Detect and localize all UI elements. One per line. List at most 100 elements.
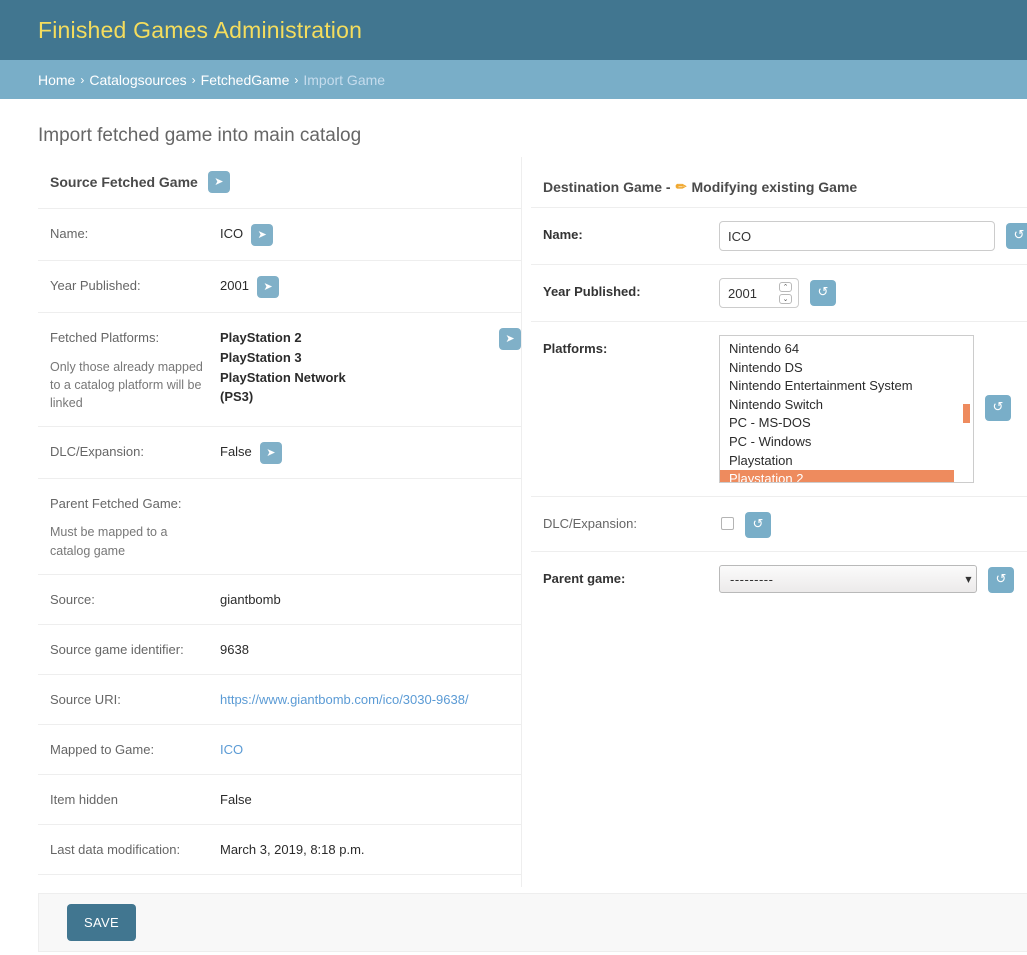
source-row-value: False ➤ bbox=[220, 441, 521, 464]
source-row-label: Parent Fetched Game: Must be mapped to a… bbox=[50, 493, 220, 560]
source-row-last-modification: Last data modification: March 3, 2019, 8… bbox=[38, 825, 521, 875]
source-row-value: PlayStation 2 PlayStation 3 PlayStation … bbox=[220, 327, 521, 407]
submit-row: SAVE bbox=[38, 893, 1027, 952]
year-stepper-wrap: ⌃ ⌄ bbox=[719, 278, 799, 308]
reset-year-icon[interactable]: ↺ bbox=[810, 280, 836, 306]
source-dlc-value: False bbox=[220, 443, 252, 459]
source-section-header-row: Source Fetched Game ➤ bbox=[38, 169, 521, 209]
platforms-multiselect[interactable]: Nintendo 64 Nintendo DS Nintendo Enterta… bbox=[719, 335, 974, 483]
platform-option[interactable]: Nintendo DS bbox=[720, 359, 973, 378]
site-header: Finished Games Administration bbox=[0, 0, 1027, 60]
source-parent-help-text: Must be mapped to a catalog game bbox=[50, 525, 168, 558]
mapped-game-link[interactable]: ICO bbox=[220, 740, 243, 760]
source-row-value: ICO bbox=[220, 739, 521, 760]
spinner-up-icon[interactable]: ⌃ bbox=[779, 282, 792, 292]
breadcrumb: Home › Catalogsources › FetchedGame › Im… bbox=[0, 60, 1027, 99]
copy-platforms-arrow-icon[interactable]: ➤ bbox=[499, 328, 521, 350]
source-row-value: https://www.giantbomb.com/ico/3030-9638/ bbox=[220, 689, 521, 710]
platform-option[interactable]: Nintendo Entertainment System bbox=[720, 377, 973, 396]
source-row-value: 9638 bbox=[220, 639, 521, 660]
source-panel-heading-label: Source Fetched Game bbox=[50, 174, 198, 190]
name-input[interactable] bbox=[719, 221, 995, 251]
dlc-field-group: ↺ bbox=[719, 510, 1027, 538]
source-row-label: DLC/Expansion: bbox=[50, 443, 144, 459]
reset-name-icon[interactable]: ↺ bbox=[1006, 223, 1027, 249]
source-row-label: Year Published: bbox=[50, 278, 141, 293]
source-row-source-game-identifier: Source game identifier: 9638 bbox=[38, 625, 521, 675]
platforms-scrollbar-thumb[interactable] bbox=[963, 404, 970, 423]
platform-option[interactable]: Nintendo Switch bbox=[720, 396, 973, 415]
source-platforms-value: PlayStation 2 PlayStation 3 PlayStation … bbox=[220, 330, 346, 405]
breadcrumb-separator-icon: › bbox=[294, 72, 299, 87]
breadcrumb-separator-icon: › bbox=[191, 72, 196, 87]
platforms-field-group: Nintendo 64 Nintendo DS Nintendo Enterta… bbox=[719, 335, 1027, 483]
breadcrumb-item-fetchedgame[interactable]: FetchedGame bbox=[201, 72, 290, 88]
source-row-source: Source: giantbomb bbox=[38, 575, 521, 625]
parent-game-field-group: --------- ▼ ↺ bbox=[719, 565, 1027, 593]
source-platforms-label: Fetched Platforms: bbox=[50, 330, 160, 345]
field-row-dlc-expansion: DLC/Expansion: ↺ bbox=[531, 496, 1027, 551]
platform-option[interactable]: PC - MS-DOS bbox=[720, 414, 973, 433]
source-row-fetched-platforms: Fetched Platforms: Only those already ma… bbox=[38, 313, 521, 427]
copy-all-arrow-icon[interactable]: ➤ bbox=[207, 171, 230, 193]
destination-heading-status: Modifying existing Game bbox=[691, 179, 858, 195]
page-title: Import fetched game into main catalog bbox=[38, 125, 362, 146]
source-identifier-value: 9638 bbox=[220, 641, 249, 657]
platform-option[interactable]: Playstation bbox=[720, 452, 973, 471]
source-row-label: Source game identifier: bbox=[50, 641, 184, 657]
source-row-item-hidden: Item hidden False bbox=[38, 775, 521, 825]
copy-name-arrow-icon[interactable]: ➤ bbox=[251, 224, 274, 246]
breadcrumb-item-home[interactable]: Home bbox=[38, 72, 75, 88]
spinner-down-icon[interactable]: ⌄ bbox=[779, 294, 792, 304]
breadcrumb-item-current: Import Game bbox=[303, 71, 386, 88]
source-row-value: False bbox=[220, 789, 521, 810]
source-uri-link[interactable]: https://www.giantbomb.com/ico/3030-9638/ bbox=[220, 690, 469, 710]
chevron-down-icon: ▼ bbox=[965, 574, 972, 584]
platform-option[interactable]: Nintendo 64 bbox=[720, 340, 973, 359]
parent-game-field-label: Parent game: bbox=[543, 571, 626, 586]
reset-parent-game-icon[interactable]: ↺ bbox=[988, 567, 1014, 593]
source-item-hidden-value: False bbox=[220, 791, 252, 807]
platforms-field-label: Platforms: bbox=[543, 341, 608, 356]
field-row-parent-game: Parent game: --------- ▼ ↺ bbox=[531, 551, 1027, 606]
field-row-platforms: Platforms: Nintendo 64 Nintendo DS Ninte… bbox=[531, 321, 1027, 496]
source-row-label: Fetched Platforms: Only those already ma… bbox=[50, 327, 220, 412]
copy-year-arrow-icon[interactable]: ➤ bbox=[256, 276, 279, 298]
source-row-dlc-expansion: DLC/Expansion: False ➤ bbox=[38, 427, 521, 479]
year-spinner[interactable]: ⌃ ⌄ bbox=[779, 282, 792, 304]
source-row-label: Item hidden bbox=[50, 791, 118, 807]
source-last-modification-value: March 3, 2019, 8:18 p.m. bbox=[220, 841, 365, 857]
platform-option[interactable]: PC - Windows bbox=[720, 433, 973, 452]
reset-platforms-icon[interactable]: ↺ bbox=[985, 395, 1011, 421]
source-row-value bbox=[220, 493, 521, 494]
source-row-parent-fetched-game: Parent Fetched Game: Must be mapped to a… bbox=[38, 479, 521, 575]
destination-game-panel: Destination Game - ✏ Modifying existing … bbox=[531, 169, 1027, 606]
year-field-label: Year Published: bbox=[543, 284, 641, 299]
content-area: Source Fetched Game ➤ Name: ICO ➤ Year P… bbox=[0, 157, 1027, 887]
source-row-label: Last data modification: bbox=[50, 841, 181, 857]
save-button[interactable]: SAVE bbox=[67, 904, 136, 941]
source-platforms-help-text: Only those already mapped to a catalog p… bbox=[50, 359, 203, 410]
dlc-expansion-checkbox[interactable] bbox=[721, 517, 734, 530]
pencil-icon: ✏ bbox=[675, 179, 687, 194]
source-panel-heading: Source Fetched Game ➤ bbox=[50, 171, 230, 193]
field-row-name: Name: ↺ bbox=[531, 207, 1027, 264]
parent-game-select[interactable]: --------- ▼ bbox=[719, 565, 977, 593]
destination-panel-heading: Destination Game - ✏ Modifying existing … bbox=[531, 169, 1027, 207]
source-row-value: March 3, 2019, 8:18 p.m. bbox=[220, 839, 521, 860]
platform-option-selected[interactable]: Playstation 2 bbox=[720, 470, 954, 482]
destination-heading-prefix: Destination Game - bbox=[543, 179, 671, 195]
source-row-label: Source: bbox=[50, 591, 95, 607]
platforms-scrollbar-track[interactable] bbox=[956, 336, 973, 482]
source-source-value: giantbomb bbox=[220, 591, 281, 607]
dlc-field-label: DLC/Expansion: bbox=[543, 516, 637, 531]
breadcrumb-separator-icon: › bbox=[80, 72, 85, 87]
copy-dlc-arrow-icon[interactable]: ➤ bbox=[259, 441, 282, 464]
source-row-value: ICO ➤ bbox=[220, 223, 521, 246]
reset-dlc-icon[interactable]: ↺ bbox=[745, 512, 771, 538]
source-row-label: Mapped to Game: bbox=[50, 741, 155, 757]
breadcrumb-item-catalogsources[interactable]: Catalogsources bbox=[89, 72, 186, 88]
source-fetched-game-panel: Source Fetched Game ➤ Name: ICO ➤ Year P… bbox=[38, 169, 521, 875]
page-wrapper: Finished Games Administration Home › Cat… bbox=[0, 0, 1027, 952]
source-row-name: Name: ICO ➤ bbox=[38, 209, 521, 261]
